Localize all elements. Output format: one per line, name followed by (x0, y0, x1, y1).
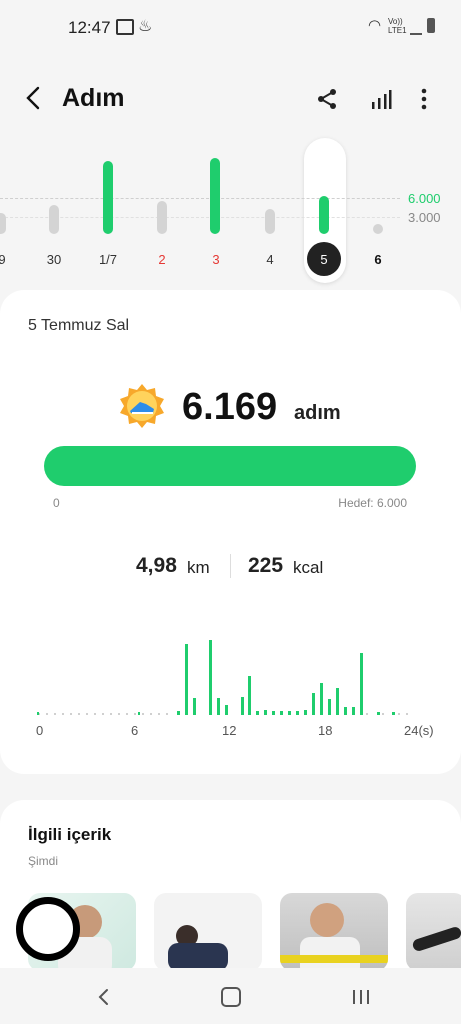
section-title: İlgili içerik (28, 825, 112, 844)
day-bar[interactable] (319, 196, 329, 234)
divider (230, 554, 231, 578)
network-label: Vo)) LTE1 (388, 17, 407, 35)
day-label[interactable]: 9 (0, 252, 17, 267)
day-bar[interactable] (49, 205, 59, 234)
x-tick-label: 12 (222, 723, 237, 738)
x-tick-label: 18 (318, 723, 333, 738)
nav-recents-button[interactable] (344, 980, 378, 1014)
gallery-icon (116, 19, 134, 35)
app-header: Adım (0, 70, 461, 126)
mid-value-label: 3.000 (408, 210, 441, 225)
section-subtitle: Şimdi (28, 854, 59, 868)
day-bar[interactable] (265, 209, 275, 234)
nav-home-button[interactable] (214, 980, 248, 1014)
recents-icon (353, 990, 369, 1004)
day-label[interactable]: 2 (147, 252, 177, 267)
notification-icon: ♨ (138, 18, 153, 35)
daily-summary-card: 5 Temmuz Sal 6.169 adım 0 Hedef: 6.000 4… (0, 290, 461, 774)
progress-start-label: 0 (53, 496, 60, 510)
back-button[interactable] (18, 82, 48, 114)
calories-value: 225 (248, 554, 284, 577)
day-label[interactable]: 30 (39, 252, 69, 267)
battery-icon (427, 18, 435, 33)
date-label: 5 Temmuz Sal (28, 317, 130, 334)
status-time: 12:47 (68, 18, 111, 37)
day-bar[interactable] (103, 161, 113, 234)
progress-goal-label: Hedef: 6.000 (338, 496, 407, 510)
bar-chart-icon (372, 90, 392, 109)
x-tick-label: 0 (36, 723, 44, 738)
floating-assistant-button[interactable] (16, 897, 80, 961)
steps-count: 6.169 (182, 386, 278, 428)
goal-value-label: 6.000 (408, 191, 441, 206)
day-label[interactable]: 6 (363, 252, 393, 267)
goal-line (0, 198, 400, 199)
system-navigation-bar (0, 968, 461, 1024)
distance-value: 4,98 (136, 554, 177, 577)
hourly-steps-chart (30, 620, 430, 740)
shoe-badge-icon (118, 382, 166, 430)
day-label[interactable]: 3 (201, 252, 231, 267)
home-icon (221, 987, 241, 1007)
day-bar[interactable] (373, 224, 383, 234)
related-video-thumbnail[interactable] (154, 893, 262, 971)
related-video-thumbnail[interactable] (280, 893, 388, 971)
status-bar: 12:47 ♨ ◠ Vo)) LTE1 (0, 0, 461, 58)
wifi-icon: ◠ (368, 17, 382, 34)
day-label[interactable]: 1/7 (93, 252, 123, 267)
day-label[interactable]: 4 (255, 252, 285, 267)
more-vertical-icon (421, 88, 427, 110)
page-title: Adım (62, 84, 125, 112)
steps-unit: adım (294, 402, 341, 424)
day-bar[interactable] (210, 158, 220, 234)
day-bar[interactable] (157, 201, 167, 234)
hourly-bars (37, 640, 408, 715)
x-tick-label: 24(s) (404, 723, 434, 738)
signal-icon (410, 19, 422, 35)
calories-unit: kcal (293, 558, 324, 577)
day-bar[interactable] (0, 213, 6, 234)
x-tick-label: 6 (131, 723, 139, 738)
related-video-thumbnail[interactable] (406, 893, 461, 971)
trends-button[interactable] (366, 84, 396, 114)
steps-progress-bar (44, 446, 416, 486)
nav-back-button[interactable] (86, 980, 120, 1014)
share-icon (318, 89, 336, 109)
back-icon (98, 989, 108, 1005)
chevron-left-icon (26, 86, 40, 110)
week-steps-chart: 6.000 3.000 9 30 1/7 2 3 4 5 6 (0, 135, 461, 285)
share-button[interactable] (312, 84, 342, 114)
day-label-selected[interactable]: 5 (309, 252, 339, 267)
distance-unit: km (187, 558, 210, 577)
more-options-button[interactable] (410, 84, 438, 114)
mid-line (0, 217, 400, 218)
